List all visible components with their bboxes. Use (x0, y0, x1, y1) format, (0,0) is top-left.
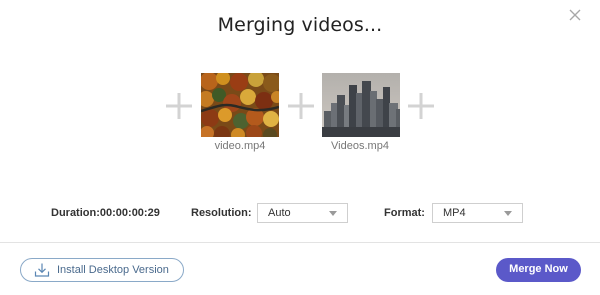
download-icon (34, 263, 50, 277)
dialog-title: Merging videos... (217, 14, 383, 36)
merge-now-label: Merge Now (509, 263, 568, 275)
merge-now-button[interactable]: Merge Now (496, 258, 581, 282)
add-after-plus-icon[interactable] (407, 92, 435, 120)
resolution-select[interactable]: Auto (257, 203, 348, 223)
format-value: MP4 (443, 207, 466, 219)
add-between-plus-icon[interactable] (287, 92, 315, 120)
video-filename-2: Videos.mp4 (331, 140, 389, 152)
merge-dialog: Merging videos... video.mp4 Videos.mp4 D… (0, 0, 600, 295)
video-filename-1: video.mp4 (214, 140, 266, 152)
format-label: Format: (384, 207, 425, 219)
video-thumbnail-1[interactable] (201, 73, 279, 137)
format-select[interactable]: MP4 (432, 203, 523, 223)
duration-label: Duration: (51, 207, 100, 219)
footer-divider (0, 242, 600, 243)
duration-display: Duration:00:00:00:29 (51, 207, 160, 219)
install-desktop-button[interactable]: Install Desktop Version (20, 258, 184, 282)
duration-value: 00:00:00:29 (99, 207, 160, 219)
install-desktop-label: Install Desktop Version (57, 264, 169, 276)
resolution-label: Resolution: (191, 207, 252, 219)
video-thumbnail-2[interactable] (322, 73, 400, 137)
add-before-plus-icon[interactable] (165, 92, 193, 120)
chevron-down-icon (504, 211, 512, 216)
resolution-value: Auto (268, 207, 291, 219)
chevron-down-icon (329, 211, 337, 216)
